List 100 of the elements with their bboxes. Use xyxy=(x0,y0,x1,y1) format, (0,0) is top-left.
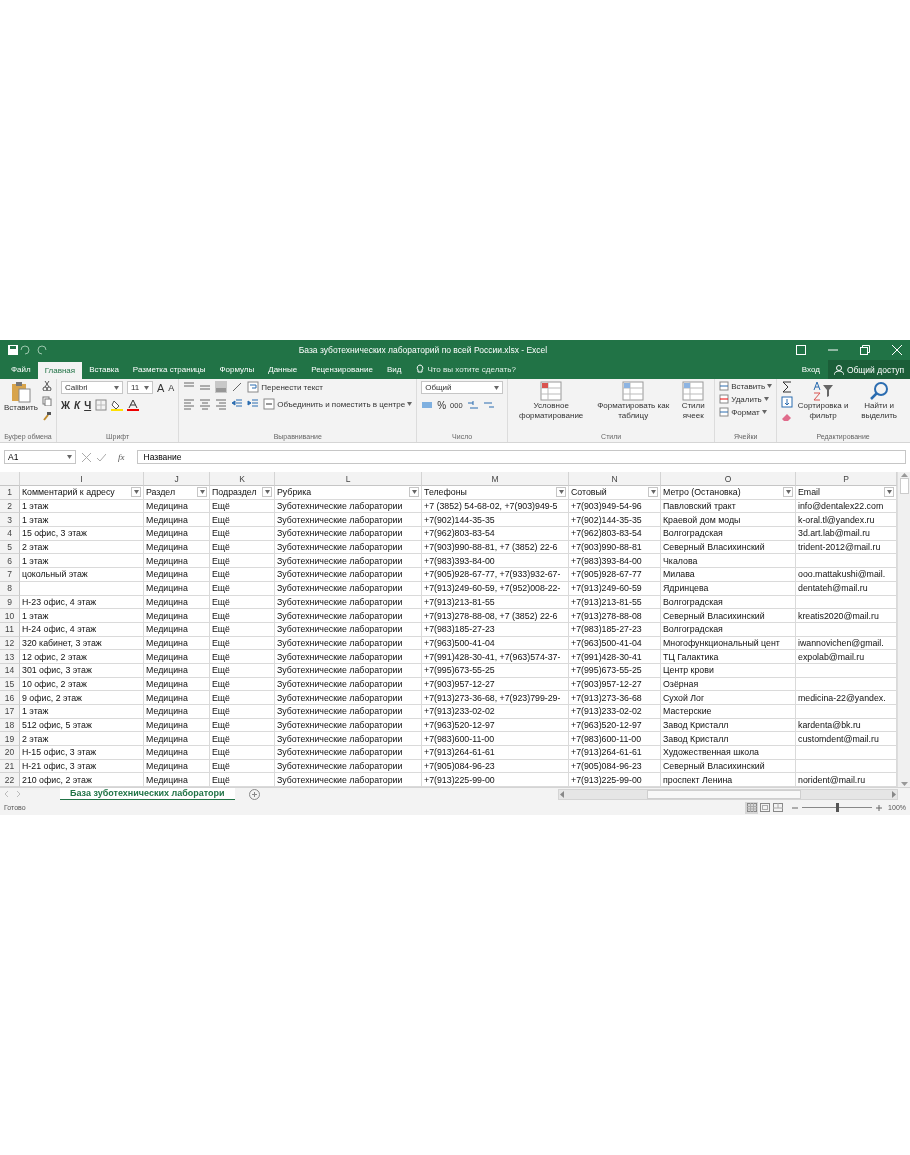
shrink-font-button[interactable]: A xyxy=(168,382,175,393)
column-header[interactable]: M xyxy=(422,472,569,486)
caret-icon[interactable] xyxy=(407,402,413,406)
fill-down-icon[interactable] xyxy=(781,396,794,408)
sign-in-link[interactable]: Вход xyxy=(801,365,820,374)
share-button[interactable]: Общий доступ xyxy=(827,360,910,379)
clipboard-icon[interactable] xyxy=(10,381,31,403)
caret-icon[interactable] xyxy=(143,385,149,390)
align-bottom-icon[interactable] xyxy=(215,381,228,393)
row-header[interactable]: 1 xyxy=(0,486,20,500)
ribbon-display-icon[interactable] xyxy=(796,345,806,355)
horizontal-scrollbar[interactable] xyxy=(558,788,898,800)
ribbon-tab[interactable]: Данные xyxy=(261,360,305,379)
row-header[interactable]: 4 xyxy=(0,527,20,541)
ribbon-tab[interactable]: Вставка xyxy=(82,360,126,379)
filter-button[interactable] xyxy=(783,487,793,498)
bold-button[interactable]: Ж xyxy=(60,399,70,411)
row-header[interactable]: 19 xyxy=(0,732,20,747)
formula-field[interactable]: Название xyxy=(136,450,906,464)
check-icon[interactable] xyxy=(97,452,106,462)
view-button[interactable] xyxy=(758,801,772,814)
row-header[interactable]: 6 xyxy=(0,554,20,569)
row-header[interactable]: 22 xyxy=(0,773,20,788)
name-box[interactable]: A1 xyxy=(4,450,76,464)
italic-button[interactable]: К xyxy=(73,399,81,411)
row-header[interactable]: 7 xyxy=(0,568,20,582)
column-header[interactable]: I xyxy=(20,472,144,486)
row-header[interactable]: 17 xyxy=(0,705,20,719)
editing-button[interactable]: Найти и выделить xyxy=(853,381,906,421)
column-header[interactable]: O xyxy=(661,472,796,486)
ribbon-tab[interactable]: Формулы xyxy=(212,360,262,379)
column-header[interactable]: K xyxy=(210,472,275,486)
filter-button[interactable] xyxy=(884,487,894,498)
sum-icon[interactable] xyxy=(781,381,794,393)
row-header[interactable]: 10 xyxy=(0,609,20,623)
caret-icon[interactable] xyxy=(67,455,72,459)
row-header[interactable]: 20 xyxy=(0,746,20,760)
font-size-field[interactable]: 11 xyxy=(126,381,153,394)
grow-font-button[interactable]: A xyxy=(156,381,165,394)
insert-function-button[interactable]: fx xyxy=(118,452,125,462)
caret-icon[interactable] xyxy=(767,384,773,388)
scroll-thumb[interactable] xyxy=(647,789,801,799)
table-cell: Медицина xyxy=(144,732,210,747)
caret-icon[interactable] xyxy=(113,385,119,390)
ribbon-tab[interactable]: Рецензирование xyxy=(304,360,380,379)
cells-button[interactable]: Вставить xyxy=(719,381,773,391)
save-icon[interactable] xyxy=(8,345,18,355)
zoom-slider-thumb[interactable] xyxy=(835,803,839,813)
tell-me-field[interactable]: Что вы хотите сделать? xyxy=(416,360,802,379)
filter-button[interactable] xyxy=(556,487,566,498)
caret-icon[interactable] xyxy=(494,385,500,390)
caret-icon[interactable] xyxy=(763,397,769,401)
restore-icon[interactable] xyxy=(860,345,870,355)
underline-button[interactable]: Ч xyxy=(84,399,92,411)
fill-color-icon[interactable] xyxy=(111,399,124,411)
vertical-scrollbar[interactable] xyxy=(897,472,910,788)
styles-button[interactable]: Форматировать как таблицу xyxy=(594,381,673,421)
editing-button[interactable]: Сортировка и фильтр xyxy=(797,381,850,421)
paste-button[interactable]: Вставить xyxy=(4,381,38,413)
add-sheet-icon[interactable] xyxy=(248,788,260,800)
sheet-tab[interactable]: База зуботехнических лаборатори xyxy=(60,787,235,801)
row-header[interactable]: 16 xyxy=(0,691,20,705)
zoom-in-icon[interactable] xyxy=(876,804,883,811)
font-color-icon[interactable] xyxy=(127,399,140,411)
row-header[interactable]: 3 xyxy=(0,513,20,528)
filter-button[interactable] xyxy=(262,487,272,498)
merge-center-button[interactable]: Объединить и поместить в центре xyxy=(263,398,413,410)
format-painter-icon[interactable] xyxy=(41,411,52,421)
number-format-field[interactable]: Общий xyxy=(421,381,504,394)
copy-icon[interactable] xyxy=(41,396,52,406)
filter-button[interactable] xyxy=(648,487,658,498)
wrap-text-button[interactable]: Перенести текст xyxy=(247,381,323,393)
column-header[interactable]: L xyxy=(275,472,422,486)
ribbon-tab[interactable]: Вид xyxy=(379,360,409,379)
filter-button[interactable] xyxy=(409,487,419,498)
row-header[interactable]: 13 xyxy=(0,650,20,664)
caret-icon[interactable] xyxy=(761,410,767,414)
view-button[interactable] xyxy=(771,801,785,814)
cells-button[interactable]: Удалить xyxy=(719,394,773,404)
column-header[interactable]: P xyxy=(796,472,897,486)
close-icon[interactable] xyxy=(892,345,902,355)
filter-button[interactable] xyxy=(131,487,141,498)
cells-button[interactable]: Формат xyxy=(719,407,773,417)
percent-button[interactable]: % xyxy=(437,399,447,411)
column-header[interactable]: J xyxy=(144,472,210,486)
scroll-thumb[interactable] xyxy=(899,478,909,494)
font-field[interactable]: Calibri xyxy=(60,381,123,394)
ribbon-tab[interactable]: Файл xyxy=(4,360,38,379)
styles-button[interactable]: Условное форматирование xyxy=(512,381,591,421)
increase-indent-icon[interactable] xyxy=(247,398,260,410)
ribbon-tab[interactable]: Разметка страницы xyxy=(125,360,213,379)
filter-button[interactable] xyxy=(197,487,207,498)
redo-icon[interactable] xyxy=(34,345,50,355)
ribbon-tab[interactable]: Главная xyxy=(37,362,83,379)
eraser-icon[interactable] xyxy=(781,411,794,423)
decrease-indent-icon[interactable] xyxy=(231,398,244,410)
scissors-icon[interactable] xyxy=(41,381,52,391)
view-button[interactable] xyxy=(745,801,759,814)
styles-button[interactable]: Стили ячеек xyxy=(676,381,711,421)
column-header[interactable]: N xyxy=(569,472,661,486)
